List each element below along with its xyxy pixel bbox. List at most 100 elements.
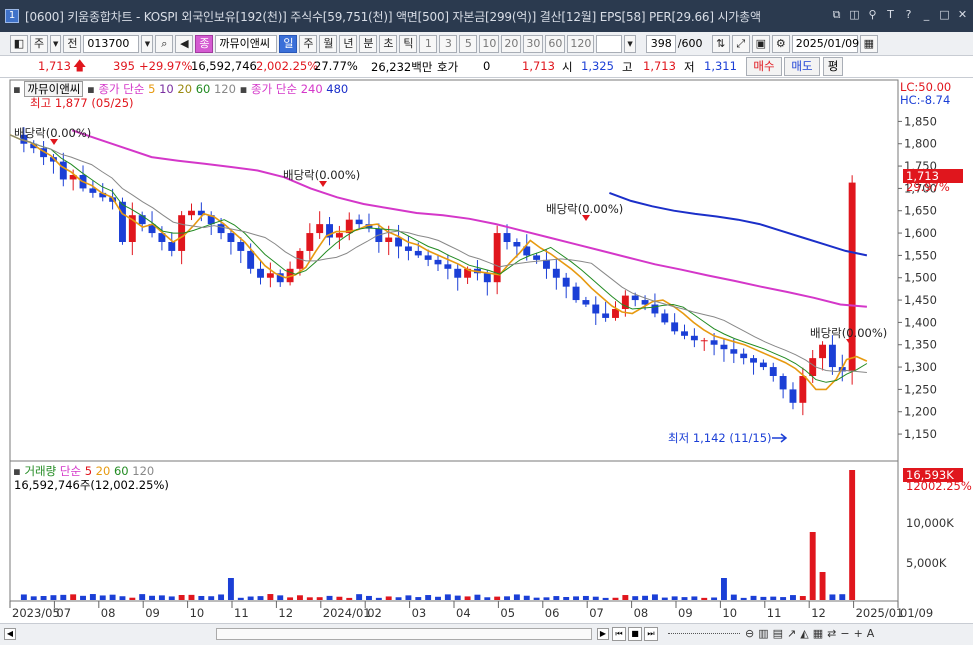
pin-icon[interactable]: ⚲ <box>866 8 879 21</box>
volume-bar <box>306 597 313 600</box>
volume-label[interactable]: 거래량 <box>24 464 56 478</box>
minute-preset-10[interactable]: 10 <box>479 34 500 53</box>
scroll-thumb[interactable] <box>216 628 592 640</box>
sell-button[interactable]: 매도 <box>784 57 820 76</box>
volume-bar <box>366 595 372 600</box>
area-icon[interactable]: ◭ <box>800 627 808 640</box>
ma-short-label[interactable]: 종가 단순 <box>98 82 144 96</box>
close-icon[interactable]: ✕ <box>956 8 969 21</box>
volume-bar <box>839 594 846 600</box>
save-icon[interactable]: ▣ <box>751 34 770 53</box>
dividend-note: 배당락(0.00%) <box>283 168 360 182</box>
interval-tab-day[interactable]: 일 <box>279 34 298 53</box>
minute-preset-120[interactable]: 120 <box>567 34 595 53</box>
line-icon[interactable]: ↗ <box>787 627 796 640</box>
zoom-slider[interactable] <box>668 633 740 636</box>
minute-preset-60[interactable]: 60 <box>545 34 566 53</box>
font-icon[interactable]: T <box>884 8 897 21</box>
date-tick-label: 2023/05 <box>12 606 60 620</box>
price-tick-label: 1,500 <box>904 271 937 285</box>
stock-name-field: 까뮤이앤씨 <box>215 34 278 53</box>
chevron-down-icon[interactable]: ▼ <box>50 34 62 53</box>
stop-icon[interactable]: ■ <box>628 627 642 641</box>
quote-bar: 1,713 🡅 395 +29.97% 16,592,746 2,002.25%… <box>0 56 973 78</box>
last-icon[interactable]: ⏭ <box>644 627 658 641</box>
volume-bar <box>730 594 737 600</box>
font-size-icon[interactable]: A <box>867 627 875 640</box>
help-icon[interactable]: ? <box>902 8 915 21</box>
layout-icon[interactable]: ◧ <box>10 34 28 53</box>
interval-tab-month[interactable]: 월 <box>319 34 338 53</box>
candle-body <box>671 322 679 332</box>
prev-button[interactable]: 전 <box>63 34 82 53</box>
interval-tab-tick[interactable]: 틱 <box>399 34 418 53</box>
period-select[interactable]: 주 <box>30 34 48 53</box>
stock-code-input[interactable]: 013700 <box>83 34 140 53</box>
minimize-icon[interactable]: _ <box>920 8 933 21</box>
bottom-scrollbar[interactable]: ◀ ▶ ⏮ ■ ⏭ ⊖ ▥ ▤ ↗ ◭ ▦ ⇄ − + A <box>0 623 973 645</box>
volume-bar <box>375 597 382 600</box>
minus-icon[interactable]: − <box>840 627 849 640</box>
candle-icon[interactable]: ▤ <box>773 627 783 640</box>
price-chart[interactable]: 1,8501,8001,7501,7001,6501,6001,5501,500… <box>0 78 973 623</box>
legend-marker-icon: ▪ <box>13 82 21 96</box>
avg-button[interactable]: 평 <box>823 57 843 76</box>
pattern-icon[interactable]: ▦ <box>813 627 823 640</box>
volume-bar <box>395 597 402 600</box>
minute-preset-30[interactable]: 30 <box>523 34 544 53</box>
interval-tab-second[interactable]: 초 <box>379 34 398 53</box>
zoom-out-icon[interactable]: ⊖ <box>745 627 754 640</box>
custom-interval-dropdown[interactable]: ▼ <box>624 34 636 53</box>
interval-tab-week[interactable]: 주 <box>299 34 318 53</box>
plus-icon[interactable]: + <box>854 627 863 640</box>
calendar-icon[interactable]: ▦ <box>859 34 878 53</box>
minute-preset-3[interactable]: 3 <box>439 34 458 53</box>
gear-icon[interactable]: ⚙ <box>771 34 790 53</box>
first-icon[interactable]: ⏮ <box>612 627 626 641</box>
custom-interval-input[interactable] <box>596 34 623 53</box>
candle-body <box>513 242 521 247</box>
volume-bar <box>809 532 816 600</box>
scroll-left-icon[interactable]: ◀ <box>4 628 16 640</box>
volume-bar <box>385 596 392 600</box>
search-icon[interactable]: ⌕ <box>155 34 174 53</box>
minute-preset-1[interactable]: 1 <box>419 34 438 53</box>
ma-long-label[interactable]: 종가 단순 <box>251 82 297 96</box>
scroll-right-icon[interactable]: ▶ <box>597 628 609 640</box>
chart-background <box>0 78 973 623</box>
interval-tab-year[interactable]: 년 <box>339 34 358 53</box>
stock-type-badge[interactable]: 종 <box>195 34 214 53</box>
bar-icon[interactable]: ▥ <box>758 627 768 640</box>
maximize-icon[interactable]: □ <box>938 8 951 21</box>
date-tick-label: 04 <box>456 606 471 620</box>
draw-icon[interactable]: ⤢ <box>731 34 750 53</box>
volume-bar <box>632 596 639 600</box>
date-input[interactable]: 2025/01/09 <box>791 34 859 53</box>
volume-bar <box>188 594 195 600</box>
link-icon[interactable]: ⧉ <box>830 8 843 21</box>
volume-bar <box>208 596 215 600</box>
volume-bar <box>573 596 580 600</box>
interval-tab-minute[interactable]: 분 <box>359 34 378 53</box>
ma-480-label: 480 <box>326 82 349 96</box>
candle-body <box>414 250 422 256</box>
stock-code-dropdown[interactable]: ▼ <box>141 34 154 53</box>
candle-body <box>543 259 550 269</box>
compare-icon[interactable]: ⇄ <box>827 627 836 640</box>
lc-hc-labels: LC:50.00 HC:-8.74 <box>900 80 951 107</box>
candle-body <box>335 233 343 238</box>
sound-icon[interactable]: ◀ <box>175 34 194 53</box>
minute-preset-20[interactable]: 20 <box>501 34 522 53</box>
candle-body <box>789 389 797 403</box>
indicator-icon[interactable]: ⇅ <box>711 34 730 53</box>
volume-ratio: 2,002.25% <box>256 59 319 73</box>
trade-amount: 26,232백만 <box>371 60 433 74</box>
window-icon[interactable]: ◫ <box>848 8 861 21</box>
candle-body <box>740 353 748 359</box>
minute-preset-5[interactable]: 5 <box>459 34 478 53</box>
buy-button[interactable]: 매수 <box>746 57 782 76</box>
volume-tag-pct: 12002.25% <box>906 479 972 493</box>
count-input[interactable]: 398 <box>645 34 676 53</box>
volume-bar <box>592 596 599 600</box>
date-tick-label: 2025/01 <box>856 606 904 620</box>
